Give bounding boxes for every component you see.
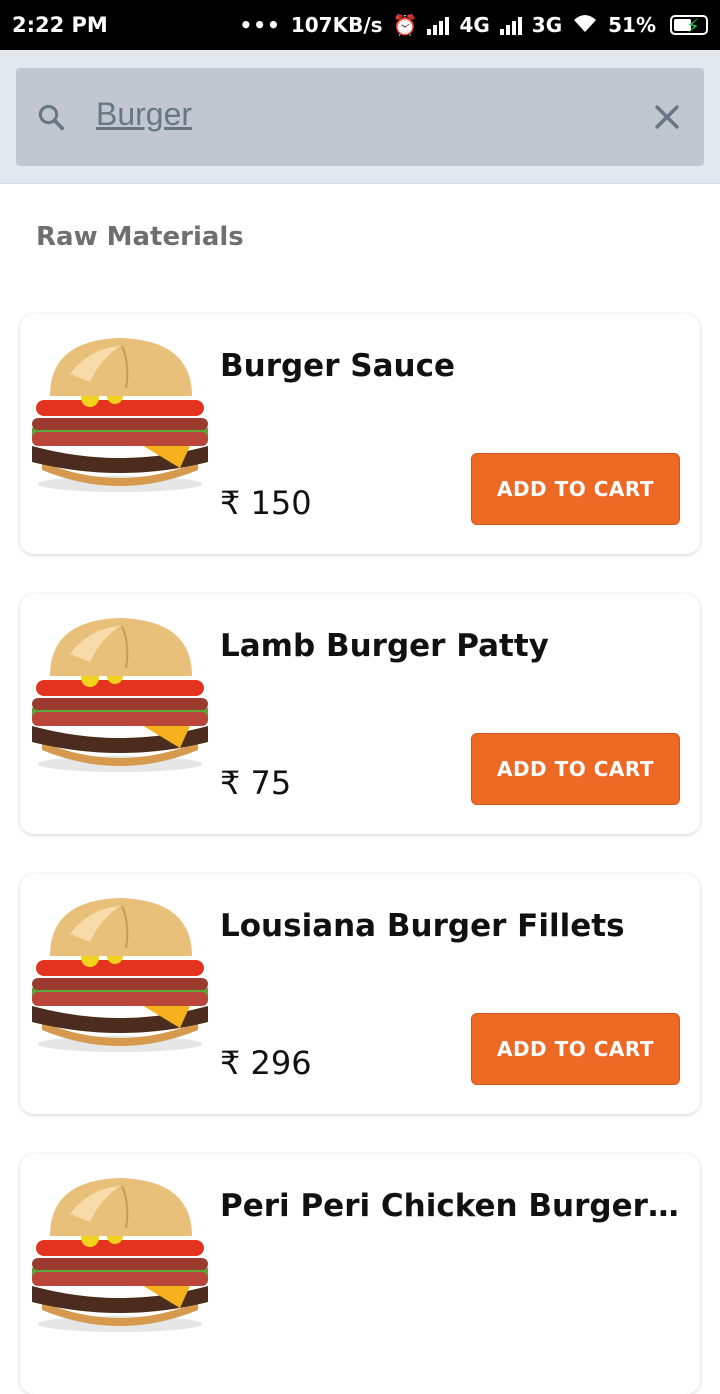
- add-to-cart-button[interactable]: ADD TO CART: [471, 733, 680, 805]
- product-price: ₹ 75: [220, 764, 292, 802]
- search-icon: [38, 104, 65, 131]
- search-input[interactable]: Burger: [16, 68, 704, 166]
- status-time: 2:22 PM: [12, 13, 108, 37]
- section-title: Raw Materials: [36, 222, 244, 252]
- product-name: Lousiana Burger Fillets: [220, 908, 625, 944]
- alarm-icon: ⏰: [392, 13, 418, 37]
- product-card[interactable]: Lamb Burger Patty ₹ 75 ADD TO CART: [20, 594, 700, 834]
- wifi-icon: [572, 12, 598, 39]
- battery-icon: ⚡: [666, 14, 708, 38]
- product-name: Peri Peri Chicken Burger F...: [220, 1188, 680, 1224]
- product-name: Lamb Burger Patty: [220, 628, 549, 664]
- product-price: ₹ 150: [220, 484, 312, 522]
- product-price: ₹ 296: [220, 1044, 312, 1082]
- signal-icon-2: [499, 15, 522, 35]
- product-image[interactable]: [30, 1174, 210, 1334]
- network-speed: 107KB/s: [290, 13, 383, 37]
- product-card[interactable]: Burger Sauce ₹ 150 ADD TO CART: [20, 314, 700, 554]
- search-header: Burger: [0, 50, 720, 184]
- product-image[interactable]: [30, 894, 210, 1054]
- signal-icon: [427, 15, 450, 35]
- close-icon[interactable]: [650, 100, 684, 134]
- more-dots: •••: [239, 13, 281, 37]
- product-image[interactable]: [30, 334, 210, 494]
- add-to-cart-button[interactable]: ADD TO CART: [471, 453, 680, 525]
- status-bar: 2:22 PM ••• 107KB/s ⏰ 4G 3G 51% ⚡: [0, 0, 720, 50]
- product-image[interactable]: [30, 614, 210, 774]
- network-4g: 4G: [459, 13, 490, 37]
- product-name: Burger Sauce: [220, 348, 455, 384]
- product-card[interactable]: Lousiana Burger Fillets ₹ 296 ADD TO CART: [20, 874, 700, 1114]
- add-to-cart-button[interactable]: ADD TO CART: [471, 1013, 680, 1085]
- search-query[interactable]: Burger: [96, 96, 192, 133]
- battery-percent: 51%: [608, 13, 656, 37]
- product-card[interactable]: Peri Peri Chicken Burger F...: [20, 1154, 700, 1394]
- network-3g: 3G: [531, 13, 563, 37]
